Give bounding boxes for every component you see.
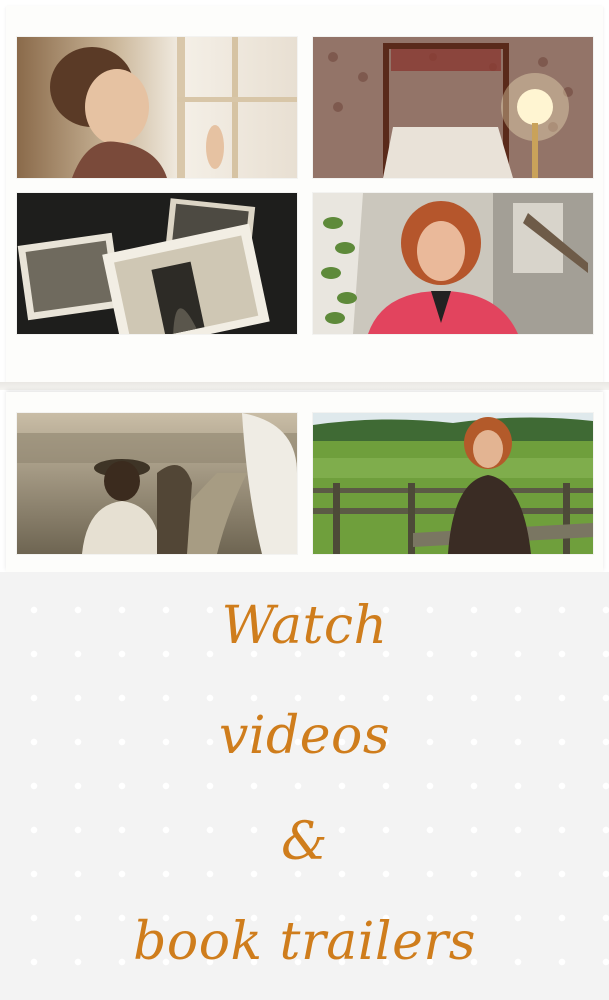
vintage-photos-thumbnail-icon (17, 193, 297, 334)
caption-watch[interactable]: Watch (0, 596, 609, 656)
author-by-fence-thumbnail-icon (313, 413, 593, 554)
caption-book-trailers[interactable]: book trailers (0, 912, 609, 972)
canopy-bedroom-thumbnail-icon (313, 37, 593, 178)
video-thumbnail-woman-at-window[interactable] (17, 37, 297, 178)
video-thumbnail-canopy-bedroom[interactable] (313, 37, 593, 178)
page: Watch videos & book trailers (0, 0, 609, 1000)
caption-videos[interactable]: videos (0, 706, 609, 766)
author-speaking-thumbnail-icon (313, 193, 593, 334)
video-thumbnail-author-by-fence[interactable] (313, 413, 593, 554)
caption-area: Watch videos & book trailers (0, 572, 609, 1000)
video-thumbnail-boy-with-horse[interactable] (17, 413, 297, 554)
boy-with-horse-thumbnail-icon (17, 413, 297, 554)
caption-ampersand[interactable]: & (0, 812, 609, 872)
video-thumbnail-author-speaking[interactable] (313, 193, 593, 334)
gallery-divider (0, 382, 609, 390)
video-thumbnail-vintage-photos[interactable] (17, 193, 297, 334)
woman-at-window-thumbnail-icon (17, 37, 297, 178)
